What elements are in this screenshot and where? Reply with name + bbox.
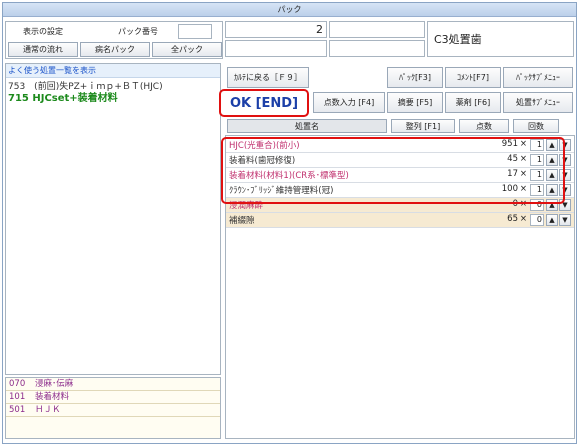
highlight-box (221, 137, 565, 204)
sort-f1-button[interactable]: 整列 [F1] (391, 119, 455, 133)
procedure-submenu-button[interactable]: 処置ｻﾌﾞﾒﾆｭｰ (503, 92, 573, 113)
category-item[interactable]: 101 装着材料 (6, 391, 220, 404)
procedure-name: 補綴隙 (229, 216, 255, 226)
category-item[interactable]: 501 ＨＪＫ (6, 404, 220, 417)
comment-f7-button[interactable]: ｺﾒﾝﾄ[F7] (445, 67, 501, 88)
column-times[interactable]: 回数 (513, 119, 559, 133)
category-code: 101 (9, 392, 26, 402)
category-name: 浸麻･伝麻 (35, 379, 74, 389)
decrement-arrow-icon[interactable]: ▼ (559, 214, 571, 226)
category-code: 501 (9, 405, 26, 415)
window-title: パック (3, 3, 576, 17)
points-input-button[interactable]: 点数入力 [F4] (313, 92, 385, 113)
display-settings-button[interactable]: 表示の設定 (8, 24, 78, 39)
times-symbol: × (519, 214, 527, 224)
frequent-procedures-list: よく使う処置一覧を表示 753 (前回)失PZ+ｉｍｐ+ＢＴ(HJC) 715 … (5, 63, 221, 375)
all-pack-button[interactable]: 全パック (152, 42, 222, 57)
count-value: 2 (316, 23, 323, 36)
pack-selector-panel: 表示の設定 パック番号 通常の流れ 病名パック 全パック (5, 21, 223, 59)
frequent-list-item[interactable]: 715 HJCset+装着材料 (6, 93, 220, 105)
frequent-list-item[interactable]: 753 (前回)失PZ+ｉｍｐ+ＢＴ(HJC) (6, 81, 220, 93)
quantity-input[interactable]: 0 (530, 214, 544, 226)
summary-f5-button[interactable]: 摘要 [F5] (387, 92, 443, 113)
blank-field-3 (329, 40, 425, 57)
return-to-chart-button[interactable]: ｶﾙﾃに戻る［Ｆ９］ (227, 67, 309, 88)
normal-flow-button[interactable]: 通常の流れ (8, 42, 78, 57)
category-name: 装着材料 (35, 392, 70, 402)
pack-name-value: C3処置歯 (434, 33, 482, 46)
ok-end-label: OK [END] (229, 95, 299, 111)
category-code: 070 (9, 379, 26, 389)
table-row[interactable]: 補綴隙 65 × 0 ▲ ▼ (226, 213, 574, 228)
category-item[interactable]: 070 浸麻･伝麻 (6, 378, 220, 391)
pack-submenu-button[interactable]: ﾊﾟｯｸｻﾌﾞﾒﾆｭｰ (503, 67, 573, 88)
column-procedure-name[interactable]: 処置名 (227, 119, 387, 133)
frequent-list-header[interactable]: よく使う処置一覧を表示 (6, 64, 220, 78)
column-points[interactable]: 点数 (459, 119, 509, 133)
pack-number-input[interactable] (178, 24, 212, 39)
pack-number-label: パック番号 (118, 27, 158, 36)
disease-pack-button[interactable]: 病名パック (80, 42, 150, 57)
pack-window: パック 表示の設定 パック番号 通常の流れ 病名パック 全パック 2 C3処置歯… (2, 2, 577, 444)
pack-f3-button[interactable]: ﾊﾟｯｸ[F3] (387, 67, 443, 88)
category-list: 070 浸麻･伝麻 101 装着材料 501 ＨＪＫ (5, 377, 221, 439)
category-name: ＨＪＫ (35, 405, 61, 415)
ok-end-button[interactable]: OK [END] (219, 89, 309, 117)
increment-arrow-icon[interactable]: ▲ (546, 214, 558, 226)
pack-name-field[interactable]: C3処置歯 (427, 21, 574, 57)
blank-field-1 (329, 21, 425, 38)
count-field: 2 (225, 21, 327, 38)
drug-f6-button[interactable]: 薬剤 [F6] (445, 92, 501, 113)
blank-field-2 (225, 40, 327, 57)
procedure-points: 65 (507, 214, 518, 224)
